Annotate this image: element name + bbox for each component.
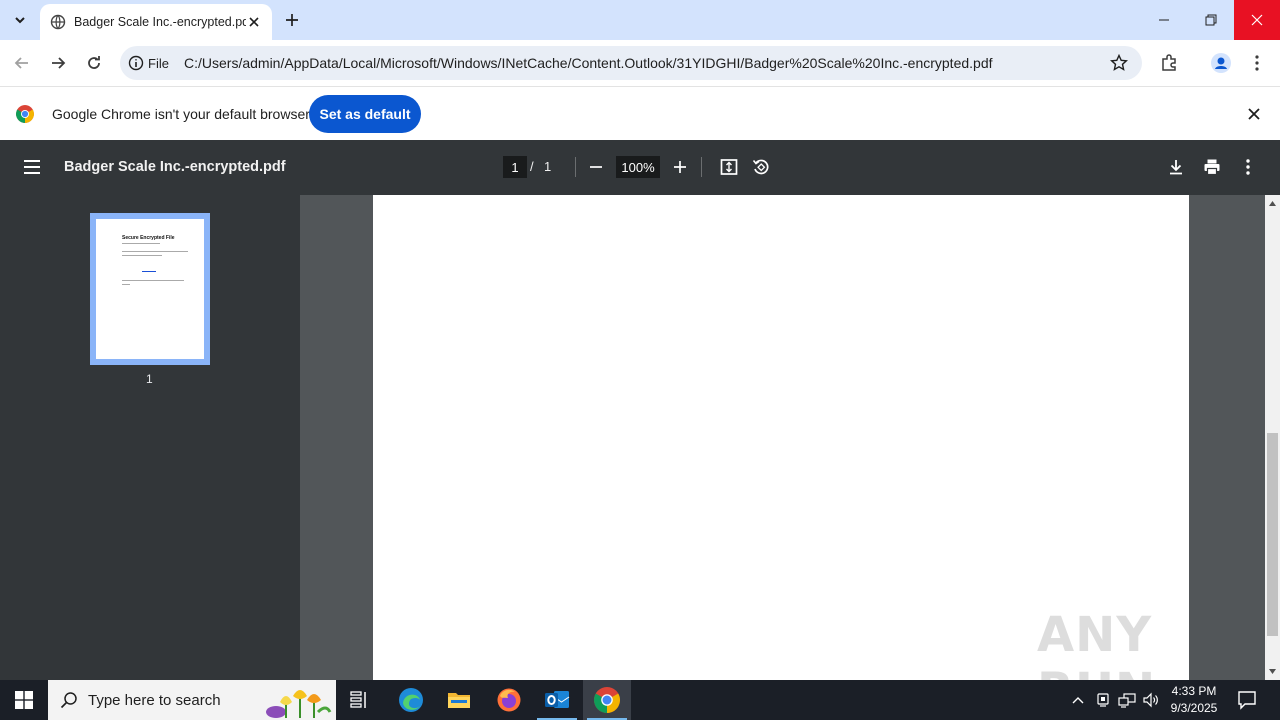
clock-time: 4:33 PM: [1171, 684, 1217, 698]
page-thumbnail[interactable]: Secure Encrypted File: [90, 213, 210, 365]
pdf-viewport[interactable]: ANY RUN: [300, 195, 1265, 680]
screen: Badger Scale Inc.-encrypted.pdf File C:/…: [0, 0, 1280, 720]
url-text[interactable]: C:/Users/admin/AppData/Local/Microsoft/W…: [184, 55, 993, 71]
thumbnail-text-line: [122, 251, 188, 252]
page-number-input[interactable]: 1: [503, 156, 527, 178]
restore-icon[interactable]: [1188, 0, 1234, 40]
thumbnail-text-line: [122, 255, 162, 256]
device-icon[interactable]: [1093, 690, 1113, 710]
fit-to-page-icon[interactable]: [719, 157, 739, 177]
thumbnail-text-line: [122, 284, 130, 285]
back-arrow-icon[interactable]: [10, 51, 34, 75]
chrome-taskbar-icon[interactable]: [583, 680, 631, 720]
site-info-button[interactable]: File: [128, 52, 169, 74]
set-as-default-button[interactable]: Set as default: [309, 95, 421, 133]
profile-avatar-icon[interactable]: [1210, 52, 1232, 74]
windows-taskbar: Type here to search 4:33 PM 9/3/2025: [0, 680, 1280, 720]
reload-icon[interactable]: [82, 51, 106, 75]
scheme-label: File: [148, 55, 169, 71]
search-highlight-flowers-icon: [266, 690, 332, 718]
watermark: ANY RUN: [1037, 607, 1155, 680]
rotate-icon[interactable]: [751, 157, 771, 177]
default-browser-infobar: Google Chrome isn't your default browser…: [0, 86, 1280, 140]
zoom-level-input[interactable]: 100%: [616, 156, 660, 178]
clock-date: 9/3/2025: [1170, 701, 1218, 715]
globe-icon: [50, 14, 66, 30]
browser-toolbar: File C:/Users/admin/AppData/Local/Micros…: [0, 40, 1280, 86]
download-icon[interactable]: [1166, 157, 1186, 177]
tab-strip: Badger Scale Inc.-encrypted.pdf: [0, 0, 1280, 40]
forward-arrow-icon[interactable]: [46, 51, 70, 75]
scrollbar-thumb[interactable]: [1267, 433, 1278, 636]
volume-icon[interactable]: [1141, 690, 1161, 710]
scroll-up-arrow-icon[interactable]: [1268, 199, 1277, 208]
new-tab-icon[interactable]: [282, 10, 302, 30]
thumbnail-link-line: [142, 271, 156, 272]
bookmark-star-icon[interactable]: [1110, 54, 1128, 72]
tab-close-icon[interactable]: [246, 14, 262, 30]
chrome-logo-icon: [16, 105, 34, 123]
tab-active[interactable]: Badger Scale Inc.-encrypted.pdf: [40, 4, 272, 40]
print-icon[interactable]: [1202, 157, 1222, 177]
thumbnail-text-line: [122, 280, 184, 281]
windows-start-icon[interactable]: [0, 680, 48, 720]
page-separator: /: [530, 159, 534, 174]
toolbar-divider: [701, 157, 702, 177]
extensions-puzzle-icon[interactable]: [1158, 52, 1180, 74]
taskbar-search-placeholder: Type here to search: [88, 691, 221, 709]
infobar-close-icon[interactable]: [1246, 106, 1262, 122]
thumbnail-page-preview: Secure Encrypted File: [96, 219, 204, 359]
tab-search-button[interactable]: [8, 8, 32, 32]
edge-browser-icon[interactable]: [387, 680, 435, 720]
search-icon: [60, 692, 77, 709]
page-total: 1: [544, 159, 552, 174]
taskbar-clock[interactable]: 4:33 PM 9/3/2025: [1164, 683, 1224, 717]
zoom-in-icon[interactable]: [670, 157, 690, 177]
task-view-icon[interactable]: [336, 680, 384, 720]
notifications-icon[interactable]: [1236, 689, 1258, 711]
firefox-icon[interactable]: [485, 680, 533, 720]
network-icon[interactable]: [1117, 690, 1137, 710]
pdf-more-options-icon[interactable]: [1238, 157, 1258, 177]
minimize-icon[interactable]: [1141, 0, 1187, 40]
thumbnail-heading: Secure Encrypted File: [122, 235, 175, 241]
show-hidden-icons-chevron-icon[interactable]: [1068, 690, 1088, 710]
chevron-down-icon: [15, 17, 25, 24]
address-bar[interactable]: File C:/Users/admin/AppData/Local/Micros…: [120, 46, 1142, 80]
outlook-icon[interactable]: [533, 680, 581, 720]
zoom-out-icon[interactable]: [586, 157, 606, 177]
thumbnail-text-line: [122, 243, 160, 244]
hamburger-menu-icon[interactable]: [22, 157, 42, 177]
file-explorer-icon[interactable]: [435, 680, 483, 720]
tab-title: Badger Scale Inc.-encrypted.pdf: [74, 15, 246, 29]
vertical-scrollbar[interactable]: [1265, 195, 1280, 680]
pdf-toolbar: Badger Scale Inc.-encrypted.pdf 1 / 1 10…: [0, 140, 1280, 195]
chrome-menu-icon[interactable]: [1246, 52, 1268, 74]
infobar-message: Google Chrome isn't your default browser: [52, 106, 310, 122]
toolbar-divider: [575, 157, 576, 177]
taskbar-search-box[interactable]: Type here to search: [48, 680, 336, 720]
thumbnail-sidebar: Secure Encrypted File 1: [0, 195, 300, 680]
scroll-down-arrow-icon[interactable]: [1268, 667, 1277, 676]
info-icon: [128, 55, 144, 71]
thumbnail-page-number: 1: [146, 372, 153, 386]
window-close-icon[interactable]: [1234, 0, 1280, 40]
pdf-document-title: Badger Scale Inc.-encrypted.pdf: [64, 159, 286, 175]
